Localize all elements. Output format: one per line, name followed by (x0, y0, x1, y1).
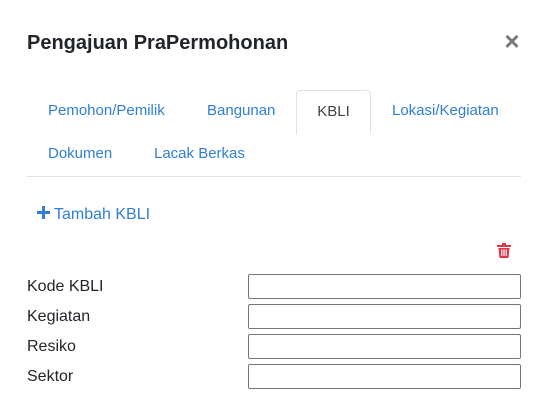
sektor-label: Sektor (27, 368, 74, 385)
delete-kbli-button[interactable] (497, 243, 511, 258)
add-kbli-button[interactable]: Tambah KBLI (37, 204, 150, 226)
resiko-input[interactable] (248, 334, 521, 359)
tab-kbli[interactable]: KBLI (296, 90, 371, 135)
close-button[interactable]: × (500, 28, 524, 54)
resiko-label: Resiko (27, 338, 76, 355)
kegiatan-input[interactable] (248, 304, 521, 329)
add-kbli-label: Tambah KBLI (54, 206, 151, 223)
tab-lacak-berkas[interactable]: Lacak Berkas (154, 144, 245, 164)
kode-kbli-input[interactable] (248, 274, 521, 299)
tab-lokasi-kegiatan[interactable]: Lokasi/Kegiatan (392, 101, 499, 121)
form-row-resiko: Resiko (27, 334, 521, 359)
plus-icon (37, 206, 50, 219)
tab-bar: Pemohon/Pemilik Bangunan KBLI Lokasi/Keg… (27, 90, 521, 177)
tab-pemohon-pemilik[interactable]: Pemohon/Pemilik (48, 101, 165, 121)
trash-icon (497, 243, 511, 258)
sektor-input[interactable] (248, 364, 521, 389)
form-row-kegiatan: Kegiatan (27, 304, 521, 329)
kegiatan-label: Kegiatan (27, 308, 91, 325)
kode-kbli-label: Kode KBLI (27, 278, 104, 295)
tab-dokumen[interactable]: Dokumen (48, 144, 112, 164)
form-row-sektor: Sektor (27, 364, 521, 389)
modal-dialog: Pengajuan PraPermohonan × Pemohon/Pemili… (0, 0, 538, 410)
tab-bangunan[interactable]: Bangunan (207, 101, 275, 121)
modal-title: Pengajuan PraPermohonan (27, 32, 289, 54)
form-row-kode-kbli: Kode KBLI (27, 274, 521, 299)
